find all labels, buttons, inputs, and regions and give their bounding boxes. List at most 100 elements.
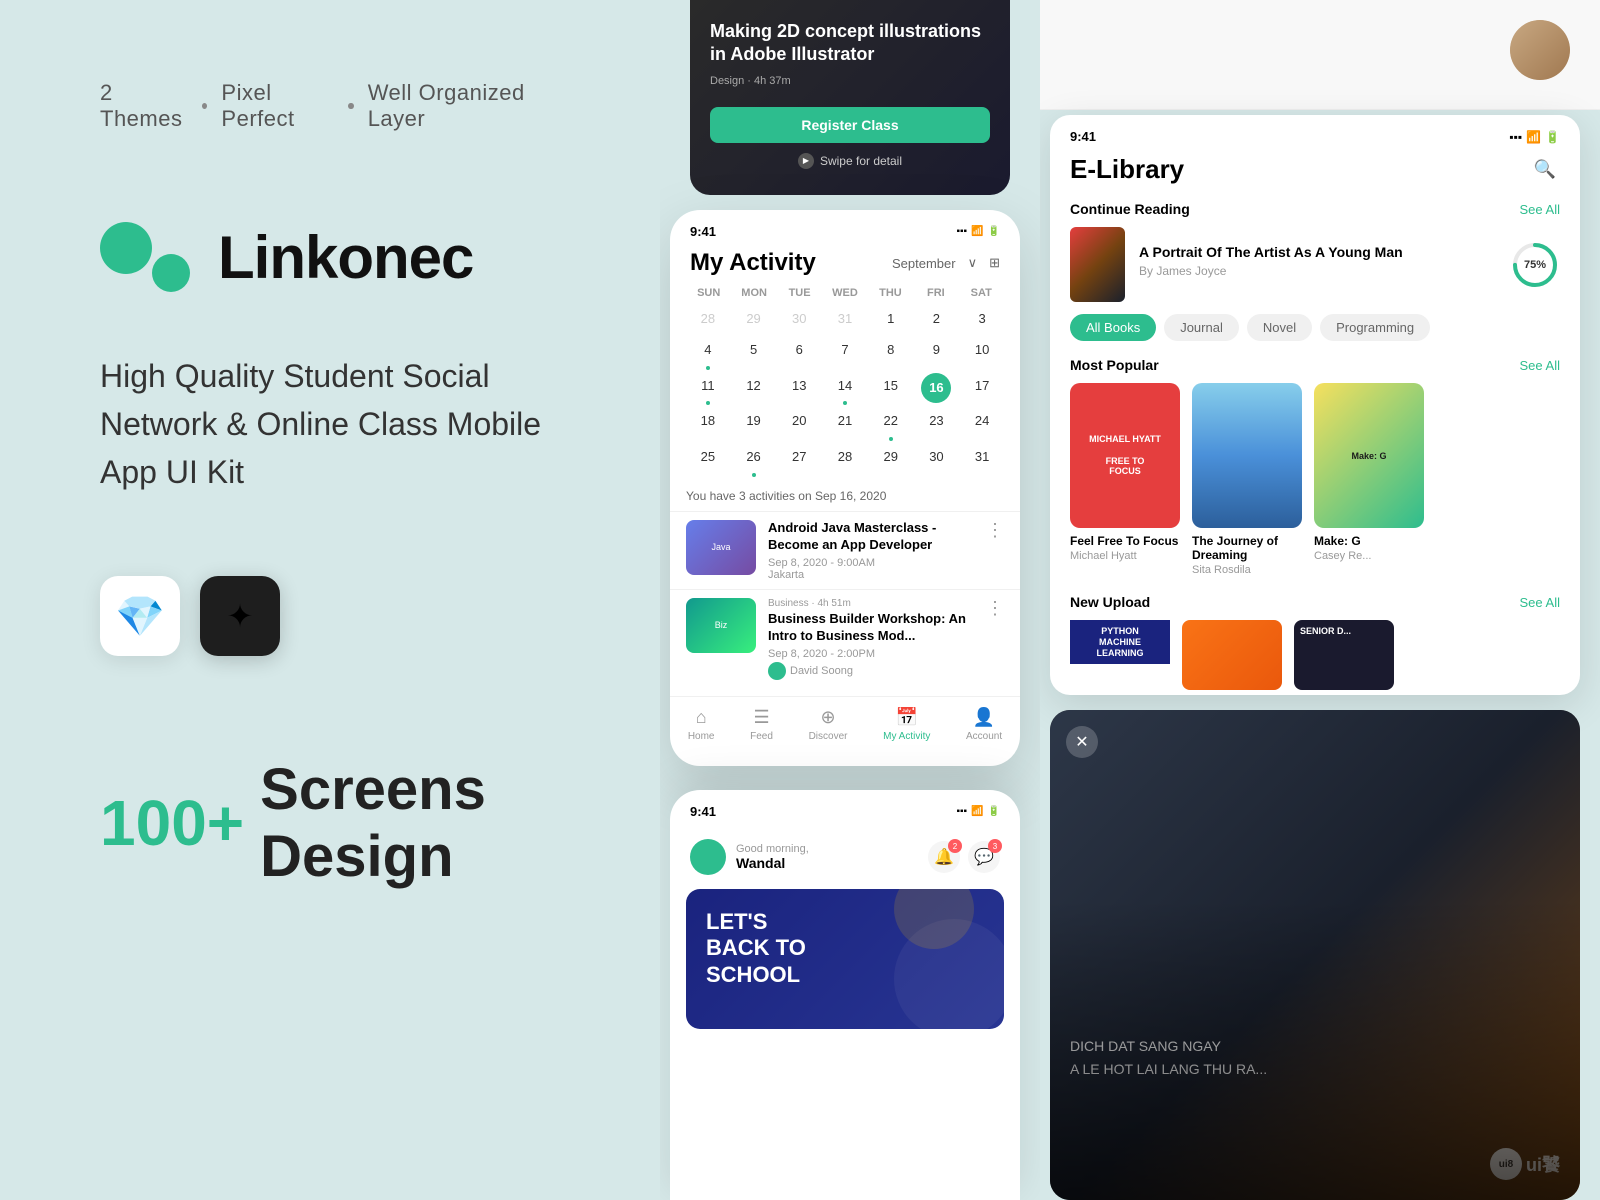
nav-activity[interactable]: 📅 My Activity [883, 707, 930, 742]
cal-24: 24 [973, 407, 991, 436]
filter-tabs: All Books Journal Novel Programming [1050, 314, 1580, 353]
book-cover-journey [1192, 383, 1302, 528]
upload-orange-cover[interactable] [1182, 620, 1282, 690]
activity-title: My Activity [690, 249, 816, 277]
book-card-journey[interactable]: The Journey of Dreaming Sita Rosdila [1192, 383, 1302, 576]
journey-book-author: Sita Rosdila [1192, 564, 1302, 576]
cal-27: 27 [790, 443, 808, 472]
elib-signal-icon: ▪▪▪ [1509, 130, 1522, 144]
cal-29: 29 [744, 305, 762, 334]
close-icon[interactable]: ✕ [1066, 726, 1098, 758]
more-options-icon-2[interactable]: ⋮ [986, 598, 1004, 619]
list-item: Biz Business · 4h 51m Business Builder W… [670, 589, 1020, 688]
home-icon: ⌂ [696, 707, 707, 728]
tagline: 2 Themes Pixel Perfect Well Organized La… [100, 80, 560, 132]
calendar-days-row: SUN MON TUE WED THU FRI SAT [686, 287, 1004, 299]
search-icon[interactable]: 🔍 [1530, 155, 1560, 185]
morning-signal-icon: ▪▪▪ [956, 806, 967, 817]
book-cover-make: Make: G [1314, 383, 1424, 528]
more-options-icon[interactable]: ⋮ [986, 520, 1004, 541]
day-wed: WED [822, 287, 867, 299]
screens-count: 100+ Screens Design [100, 756, 560, 890]
video-person-overlay [1050, 900, 1580, 1200]
day-mon: MON [731, 287, 776, 299]
cal-10: 10 [973, 336, 991, 365]
activities-label: You have 3 activities on Sep 16, 2020 [670, 477, 1020, 511]
activity-phone: 9:41 ▪▪▪ 📶 🔋 My Activity September ∨ ⊞ S… [670, 210, 1020, 766]
course-card: Making 2D concept illustrations in Adobe… [690, 0, 1010, 195]
upload-third-cover[interactable]: SENIOR D... [1294, 620, 1394, 690]
make-book-art: Make: G [1314, 383, 1424, 528]
cal-15: 15 [881, 372, 899, 401]
status-time: 9:41 [690, 224, 716, 239]
morning-name: Wandal [736, 855, 809, 871]
day-fri: FRI [913, 287, 958, 299]
phone-header: My Activity September ∨ ⊞ [670, 245, 1020, 287]
new-upload-label: New Upload [1070, 594, 1150, 610]
cal-30b: 30 [927, 443, 945, 472]
python-cover-art: PYTHONMACHINELEARNING [1070, 620, 1170, 664]
morning-avatar [690, 839, 726, 875]
avatar-image [1510, 20, 1570, 80]
nav-discover[interactable]: ⊕ Discover [809, 707, 848, 742]
cal-21: 21 [836, 407, 854, 436]
notification-bell[interactable]: 🔔 2 [928, 841, 960, 873]
elibrary-phone: 9:41 ▪▪▪ 📶 🔋 E-Library 🔍 Continue Readin… [1050, 115, 1580, 695]
continue-reading-section: A Portrait Of The Artist As A Young Man … [1050, 227, 1580, 314]
cal-16: 16 [921, 373, 951, 403]
book-cover-focus: MICHAEL HYATTFREE TOFOCUS [1070, 383, 1180, 528]
reading-book-info: A Portrait Of The Artist As A Young Man … [1139, 243, 1496, 286]
reading-book-title: A Portrait Of The Artist As A Young Man [1139, 243, 1496, 261]
discover-icon: ⊕ [820, 707, 835, 728]
book-card-make[interactable]: Make: G Make: G Casey Re... [1314, 383, 1424, 576]
nav-feed-label: Feed [750, 731, 773, 742]
cal-5: 5 [748, 336, 759, 365]
tab-novel[interactable]: Novel [1247, 314, 1312, 341]
nav-home[interactable]: ⌂ Home [688, 707, 715, 742]
sketch-icon-wrap: 💎 [100, 576, 180, 656]
upload-python-cover[interactable]: PYTHONMACHINELEARNING [1070, 620, 1170, 690]
logo-circle-small [152, 254, 190, 292]
dot-1 [202, 103, 207, 109]
cal-1: 1 [885, 305, 896, 334]
cal-31b: 31 [973, 443, 991, 472]
cal-23: 23 [927, 407, 945, 436]
activity-date-1: Sep 8, 2020 - 9:00AM [768, 557, 974, 569]
cal-14: 14 [836, 372, 854, 401]
screen-label: Screens Design [260, 756, 560, 890]
notification-chat[interactable]: 💬 3 [968, 841, 1000, 873]
new-upload-grid: PYTHONMACHINELEARNING SENIOR D... [1050, 620, 1580, 690]
elib-status-icons: ▪▪▪ 📶 🔋 [1509, 130, 1560, 144]
morning-status-bar: 9:41 ▪▪▪ 📶 🔋 [670, 790, 1020, 825]
cal-22: 22 [881, 407, 899, 436]
book-card-focus[interactable]: MICHAEL HYATTFREE TOFOCUS Feel Free To F… [1070, 383, 1180, 576]
register-button[interactable]: Register Class [710, 107, 990, 143]
upload-see-all[interactable]: See All [1520, 595, 1560, 610]
tab-programming[interactable]: Programming [1320, 314, 1430, 341]
activity-location-1: Jakarta [768, 569, 974, 581]
notification-count: 2 [948, 839, 962, 853]
activity-thumb-2: Biz [686, 598, 756, 653]
left-panel: 2 Themes Pixel Perfect Well Organized La… [0, 0, 660, 1200]
morning-battery-icon: 🔋 [988, 806, 1000, 817]
tab-journal[interactable]: Journal [1164, 314, 1239, 341]
nav-feed[interactable]: ☰ Feed [750, 707, 773, 742]
activity-tag-2: Business · 4h 51m [768, 598, 974, 609]
reading-book-cover [1070, 227, 1125, 302]
month-label: September [892, 256, 956, 271]
wifi-icon: 📶 [971, 226, 983, 237]
morning-left: Good morning, Wandal [690, 839, 809, 875]
right-panel: 9:41 ▪▪▪ 📶 🔋 E-Library 🔍 Continue Readin… [1040, 0, 1600, 1200]
activity-name-2: Business Builder Workshop: An Intro to B… [768, 611, 974, 645]
popular-see-all[interactable]: See All [1520, 358, 1560, 373]
morning-greeting: Good morning, [736, 843, 809, 855]
make-book-author: Casey Re... [1314, 550, 1424, 562]
activity-host-2: David Soong [768, 662, 974, 680]
cal-9: 9 [931, 336, 942, 365]
continue-reading-header: Continue Reading See All [1050, 197, 1580, 227]
continue-see-all[interactable]: See All [1520, 202, 1560, 217]
focus-book-author: Michael Hyatt [1070, 550, 1180, 562]
tab-all-books[interactable]: All Books [1070, 314, 1156, 341]
feed-icon: ☰ [753, 707, 769, 728]
nav-account[interactable]: 👤 Account [966, 707, 1002, 742]
